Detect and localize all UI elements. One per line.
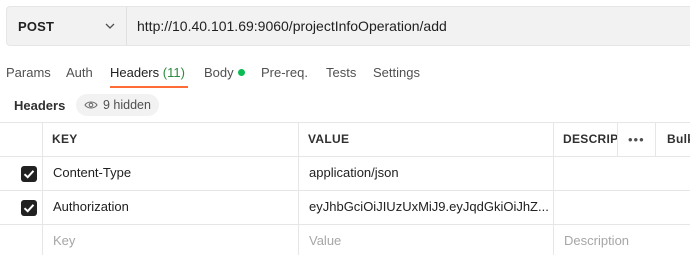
- header-key[interactable]: Content-Type: [53, 156, 293, 190]
- header-value[interactable]: eyJhbGciOiJIUzUxMiJ9.eyJqdGkiOiJhZ...: [309, 190, 549, 224]
- tab-headers-count: (11): [162, 65, 185, 80]
- divider: [617, 122, 618, 156]
- request-bar: POST http://10.40.101.69:9060/projectInf…: [6, 6, 690, 46]
- divider: [298, 122, 299, 255]
- new-key-input[interactable]: Key: [53, 224, 293, 255]
- request-tabs: Params Auth Headers (11) Body Pre-req. T…: [0, 60, 690, 88]
- checkmark-icon: [23, 204, 35, 213]
- tab-tests[interactable]: Tests: [326, 60, 356, 88]
- method-label: POST: [18, 18, 55, 34]
- new-description-input[interactable]: Description: [564, 224, 684, 255]
- divider: [655, 122, 656, 156]
- body-indicator-dot: [238, 69, 245, 76]
- column-header-description: DESCRIPTI: [563, 132, 617, 146]
- row-checkbox[interactable]: [21, 200, 37, 216]
- method-select[interactable]: POST: [7, 7, 127, 45]
- tab-body[interactable]: Body: [204, 60, 234, 88]
- new-value-input[interactable]: Value: [309, 224, 549, 255]
- header-description[interactable]: [564, 190, 684, 224]
- headers-section-title: Headers: [14, 98, 66, 113]
- hidden-headers-label: 9 hidden: [103, 98, 151, 112]
- tab-params[interactable]: Params: [6, 60, 51, 88]
- tab-auth[interactable]: Auth: [66, 60, 93, 88]
- header-value[interactable]: application/json: [309, 156, 549, 190]
- tab-headers-label: Headers: [110, 65, 160, 80]
- url-input[interactable]: http://10.40.101.69:9060/projectInfoOper…: [137, 7, 447, 45]
- column-header-key: KEY: [52, 132, 78, 146]
- column-header-value: VALUE: [308, 132, 350, 146]
- tab-headers[interactable]: Headers (11): [110, 60, 185, 88]
- more-options-button[interactable]: •••: [628, 122, 645, 157]
- row-checkbox[interactable]: [21, 166, 37, 182]
- tab-settings[interactable]: Settings: [373, 60, 420, 88]
- hidden-headers-toggle[interactable]: 9 hidden: [76, 94, 159, 116]
- header-key[interactable]: Authorization: [53, 190, 293, 224]
- divider: [42, 122, 43, 255]
- chevron-down-icon: [105, 23, 115, 29]
- divider: [553, 122, 554, 255]
- bulk-edit-button[interactable]: Bulk: [667, 122, 690, 157]
- tab-pre-request[interactable]: Pre-req.: [261, 60, 308, 88]
- active-tab-underline: [110, 86, 188, 88]
- header-description[interactable]: [564, 156, 684, 190]
- headers-table: KEY VALUE DESCRIPTI ••• Bulk Content-Typ…: [0, 122, 690, 255]
- checkmark-icon: [23, 170, 35, 179]
- eye-icon: [84, 101, 98, 109]
